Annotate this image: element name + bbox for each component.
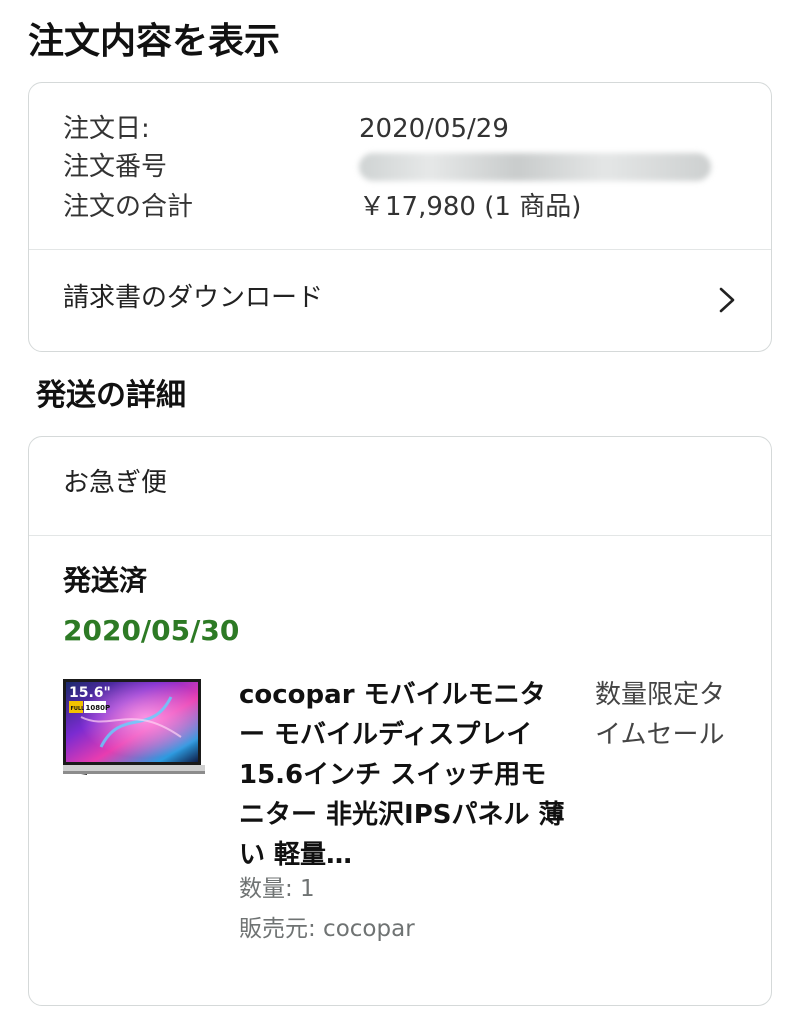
item-quantity: 数量: 1 [239, 876, 315, 902]
invoice-download-label: 請求書のダウンロード [63, 283, 324, 313]
order-summary-card: 注文日: 2020/05/29 注文番号 注文の合計 ￥17,980 (1 商品… [28, 82, 772, 352]
chevron-right-icon [719, 287, 735, 313]
order-number-redacted [359, 153, 711, 181]
shipping-section-title: 発送の詳細 [36, 378, 186, 413]
order-info: 注文日: 2020/05/29 注文番号 注文の合計 ￥17,980 (1 商品… [29, 83, 771, 250]
order-date-row: 注文日: 2020/05/29 [63, 109, 743, 149]
promo-label: 数量限定タイムセール [595, 680, 726, 750]
item-seller: 販売元: cocopar [239, 916, 415, 942]
order-total-row: 注文の合計 ￥17,980 (1 商品) [63, 187, 743, 227]
product-thumbnail[interactable]: 15.6" FULL HD 1080P [61, 677, 207, 779]
order-total-label: 注文の合計 [63, 192, 194, 222]
thumb-size-badge: 15.6" [69, 685, 111, 701]
order-date-label: 注文日: [63, 114, 150, 144]
thumb-resolution-badge: 1080P [86, 704, 111, 712]
product-title-link[interactable]: cocopar モバイルモニター モバイルディスプレイ 15.6インチ スイッチ… [239, 675, 569, 875]
page-title: 注文内容を表示 [28, 21, 281, 62]
delivery-speed: お急ぎ便 [63, 468, 168, 498]
order-date-value: 2020/05/29 [359, 114, 509, 144]
order-total-value: ￥17,980 (1 商品) [359, 192, 582, 222]
invoice-download-link[interactable]: 請求書のダウンロード [29, 250, 771, 350]
shipment-date: 2020/05/30 [63, 614, 240, 647]
order-number-row: 注文番号 [63, 147, 743, 187]
delivery-speed-row: お急ぎ便 [29, 437, 771, 536]
shipment-card: お急ぎ便 発送済 2020/05/30 15.6" FULL HD 1080P … [28, 436, 772, 1006]
shipment-status: 発送済 [63, 564, 148, 597]
order-number-label: 注文番号 [63, 152, 168, 182]
